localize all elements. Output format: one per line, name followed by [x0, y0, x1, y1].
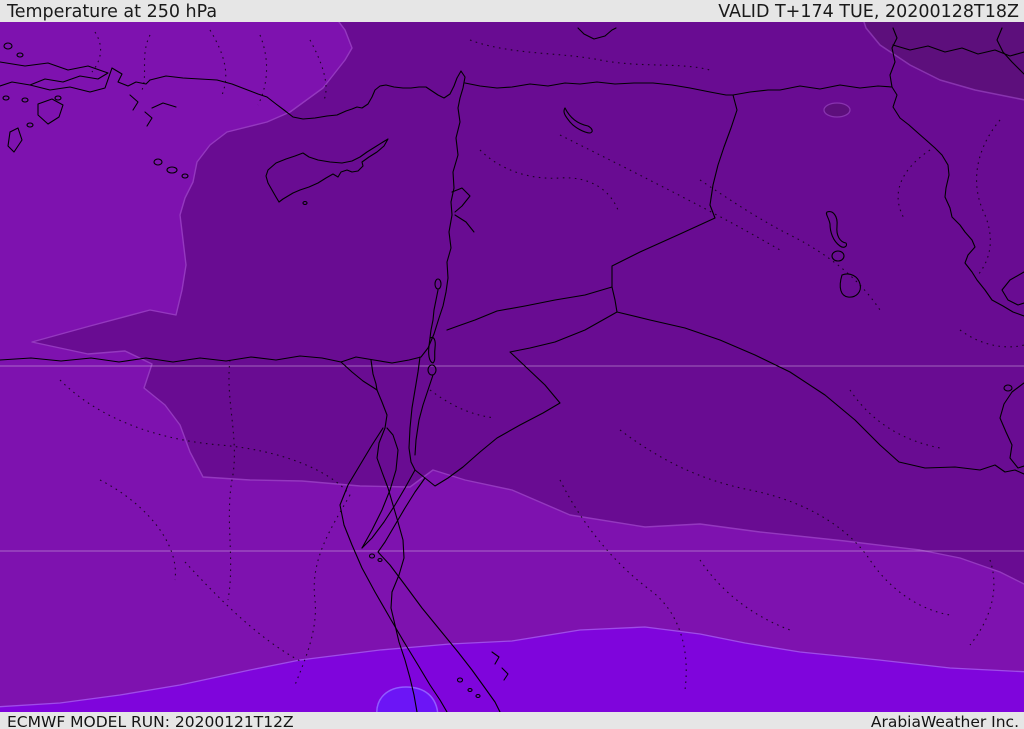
footer-bar: ECMWF MODEL RUN: 20200121T12Z ArabiaWeat…: [0, 712, 1024, 729]
contour-coldest-islet: [823, 102, 851, 118]
weather-map: [0, 9, 1024, 723]
map-title: Temperature at 250 hPa: [7, 2, 218, 22]
valid-time-label: VALID T+174 TUE, 20200128T18Z: [718, 2, 1019, 22]
attribution-label: ArabiaWeather Inc.: [870, 713, 1019, 729]
header-bar: Temperature at 250 hPa VALID T+174 TUE, …: [0, 0, 1024, 22]
weather-map-page: Temperature at 250 hPa VALID T+174 TUE, …: [0, 0, 1024, 729]
model-run-label: ECMWF MODEL RUN: 20200121T12Z: [7, 713, 294, 729]
